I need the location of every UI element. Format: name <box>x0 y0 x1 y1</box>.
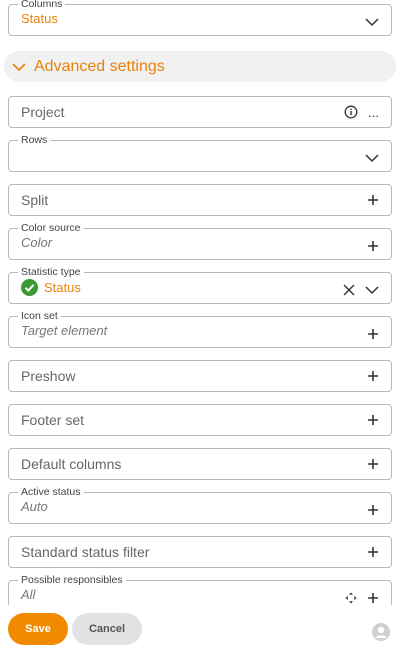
chevron-down-icon <box>12 60 26 74</box>
icon-set-value: Target element <box>21 323 108 338</box>
color-source-field[interactable]: Color source Color <box>8 221 392 260</box>
statistic-type-value: Status <box>44 280 81 295</box>
plus-icon[interactable] <box>367 194 379 206</box>
possible-responsibles-value: All <box>21 587 36 602</box>
statistic-type-label: Statistic type <box>18 265 84 279</box>
advanced-settings-toggle[interactable]: Advanced settings <box>4 51 396 82</box>
icon-set-field[interactable]: Icon set Target element <box>8 309 392 348</box>
chevron-down-icon[interactable] <box>365 283 379 297</box>
plus-icon[interactable] <box>367 458 379 470</box>
statistic-type-select[interactable]: Statistic type Status <box>8 265 392 304</box>
columns-label: Columns <box>18 0 66 11</box>
plus-icon[interactable] <box>367 504 379 516</box>
preshow-field[interactable]: Preshow <box>8 360 392 392</box>
color-source-value: Color <box>21 235 53 250</box>
plus-icon[interactable] <box>367 370 379 382</box>
preshow-placeholder: Preshow <box>21 368 76 384</box>
advanced-settings-title: Advanced settings <box>34 57 165 75</box>
active-status-field[interactable]: Active status Auto <box>8 485 392 524</box>
project-placeholder: Project <box>21 104 65 120</box>
move-icon[interactable] <box>345 592 357 604</box>
plus-icon[interactable] <box>367 328 379 340</box>
split-field[interactable]: Split <box>8 184 392 216</box>
save-button[interactable]: Save <box>8 613 68 645</box>
clear-icon[interactable] <box>343 284 355 296</box>
user-avatar-icon[interactable] <box>372 623 390 641</box>
chevron-down-icon[interactable] <box>365 151 379 165</box>
footer-set-placeholder: Footer set <box>21 412 85 428</box>
default-columns-placeholder: Default columns <box>21 456 122 472</box>
possible-responsibles-label: Possible responsibles <box>18 573 126 587</box>
standard-status-filter-placeholder: Standard status filter <box>21 544 150 560</box>
cancel-button[interactable]: Cancel <box>72 613 142 645</box>
chevron-down-icon[interactable] <box>365 15 379 29</box>
default-columns-field[interactable]: Default columns <box>8 448 392 480</box>
split-placeholder: Split <box>21 192 49 208</box>
columns-select[interactable]: Columns Status <box>8 0 392 36</box>
standard-status-filter-field[interactable]: Standard status filter <box>8 536 392 568</box>
active-status-label: Active status <box>18 485 84 499</box>
more-options-button[interactable]: ... <box>368 105 379 120</box>
plus-icon[interactable] <box>367 546 379 558</box>
rows-label: Rows <box>18 133 51 147</box>
color-source-label: Color source <box>18 221 84 235</box>
plus-icon[interactable] <box>367 240 379 252</box>
columns-value: Status <box>21 11 58 26</box>
rows-select[interactable]: Rows <box>8 133 392 172</box>
plus-icon[interactable] <box>367 592 379 604</box>
icon-set-label: Icon set <box>18 309 61 323</box>
footer-bar: Save Cancel <box>0 605 400 653</box>
plus-icon[interactable] <box>367 414 379 426</box>
project-field[interactable]: Project ... <box>8 96 392 128</box>
active-status-value: Auto <box>21 499 48 514</box>
info-icon[interactable] <box>344 105 358 119</box>
check-circle-icon <box>21 279 38 296</box>
footer-set-field[interactable]: Footer set <box>8 404 392 436</box>
